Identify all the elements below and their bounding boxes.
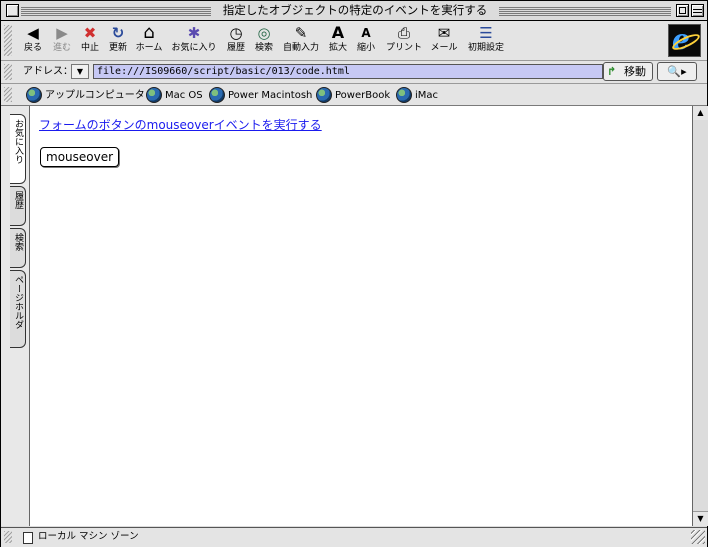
larger-text-button[interactable]: A 拡大 xyxy=(324,24,352,58)
print-button[interactable]: ⎙ プリント xyxy=(382,24,426,58)
title-bar[interactable]: 指定したオブジェクトの特定のイベントを実行する xyxy=(1,1,707,21)
explorer-bar-tabs: お気に入り 履歴 検索 ページホルダ xyxy=(1,106,30,526)
print-icon: ⎙ xyxy=(397,24,410,42)
stop-icon: ✖ xyxy=(83,24,97,42)
status-bar: ローカル マシン ゾーン xyxy=(1,527,707,547)
browser-window: 指定したオブジェクトの特定のイベントを実行する ◀ 戻る ▶ 進む ✖ 中止 ↻… xyxy=(0,0,708,547)
zoom-box[interactable] xyxy=(676,4,689,17)
smaller-text-button[interactable]: A 縮小 xyxy=(352,24,380,58)
go-arrow-icon: ↱ xyxy=(607,65,617,78)
scroll-up-arrow-icon[interactable]: ▲ xyxy=(693,106,708,120)
tab-search[interactable]: 検索 xyxy=(10,228,26,268)
autofill-button[interactable]: ✎ 自動入力 xyxy=(280,24,322,58)
toolbar-grip[interactable] xyxy=(4,25,12,56)
larger-text-icon: A xyxy=(331,23,345,42)
chevron-down-icon: ▼ xyxy=(76,67,84,76)
vertical-scrollbar[interactable]: ▲ ▼ xyxy=(692,106,708,526)
resize-handle[interactable] xyxy=(691,530,705,544)
scroll-down-arrow-icon[interactable]: ▼ xyxy=(693,511,708,526)
home-button[interactable]: ⌂ ホーム xyxy=(132,24,166,58)
smaller-text-icon: A xyxy=(361,26,371,40)
refresh-button[interactable]: ↻ 更新 xyxy=(104,24,132,58)
favorite-powerbook[interactable]: PowerBook xyxy=(316,87,390,103)
back-button[interactable]: ◀ 戻る xyxy=(18,24,48,58)
window-title: 指定したオブジェクトの特定のイベントを実行する xyxy=(211,3,499,18)
magnifier-icon: 🔍 xyxy=(667,65,682,78)
mouseover-button[interactable]: mouseover xyxy=(40,147,120,167)
home-icon: ⌂ xyxy=(143,22,155,43)
tab-page-holder[interactable]: ページホルダ xyxy=(10,270,26,348)
search-icon: ◎ xyxy=(257,24,271,42)
status-zone-text: ローカル マシン ゾーン xyxy=(38,531,139,542)
favorites-icon: ✱ xyxy=(187,24,201,42)
mail-button[interactable]: ✉ メール xyxy=(428,24,460,58)
go-button[interactable]: ↱ 移動 xyxy=(603,62,653,81)
globe-icon xyxy=(316,87,332,103)
address-history-dropdown[interactable]: ▼ xyxy=(71,64,89,79)
stop-button[interactable]: ✖ 中止 xyxy=(76,24,104,58)
address-input[interactable]: file:///IS09660/script/basic/013/code.ht… xyxy=(93,64,603,79)
search-button[interactable]: ◎ 検索 xyxy=(250,24,278,58)
page-content: フォームのボタンのmouseoverイベントを実行する mouseover xyxy=(30,106,692,526)
status-bar-grip xyxy=(4,531,12,543)
address-bar-grip[interactable] xyxy=(4,64,12,80)
forward-button[interactable]: ▶ 進む xyxy=(48,24,76,58)
globe-icon xyxy=(396,87,412,103)
history-icon: ◷ xyxy=(229,24,243,42)
zone-icon xyxy=(23,532,33,544)
menu-arrow-icon: ▸ xyxy=(681,65,687,78)
search-menu-button[interactable]: 🔍▸ xyxy=(657,62,697,81)
favorite-power-macintosh[interactable]: Power Macintosh xyxy=(209,87,312,103)
tab-history[interactable]: 履歴 xyxy=(10,186,26,226)
tab-favorites[interactable]: お気に入り xyxy=(10,114,26,184)
globe-icon xyxy=(209,87,225,103)
favorites-bar-grip[interactable] xyxy=(4,87,12,102)
globe-icon xyxy=(26,87,42,103)
favorites-button[interactable]: ✱ お気に入り xyxy=(168,24,220,58)
run-mouseover-link[interactable]: フォームのボタンのmouseoverイベントを実行する xyxy=(39,117,322,133)
favorite-imac[interactable]: iMac xyxy=(396,87,438,103)
preferences-button[interactable]: ☰ 初期設定 xyxy=(463,24,509,58)
back-icon: ◀ xyxy=(27,24,39,42)
favorites-bar: アップルコンピュータ Mac OS Power Macintosh PowerB… xyxy=(1,84,707,106)
address-label: アドレス： xyxy=(23,66,73,77)
close-box[interactable] xyxy=(6,4,19,17)
toolbar: ◀ 戻る ▶ 進む ✖ 中止 ↻ 更新 ⌂ ホーム ✱ お気に入り ◷ 履歴 ◎ xyxy=(1,21,707,61)
refresh-icon: ↻ xyxy=(111,24,125,42)
explorer-logo: e xyxy=(668,23,702,57)
preferences-icon: ☰ xyxy=(479,24,493,42)
history-button[interactable]: ◷ 履歴 xyxy=(222,24,250,58)
windowshade-box[interactable] xyxy=(691,4,704,17)
favorite-macos[interactable]: Mac OS xyxy=(146,87,203,103)
forward-icon: ▶ xyxy=(56,24,68,42)
mail-icon: ✉ xyxy=(437,24,451,42)
autofill-icon: ✎ xyxy=(294,24,308,42)
globe-icon xyxy=(146,87,162,103)
address-bar: アドレス： ▼ file:///IS09660/script/basic/013… xyxy=(1,61,707,84)
favorite-apple[interactable]: アップルコンピュータ xyxy=(26,87,145,103)
